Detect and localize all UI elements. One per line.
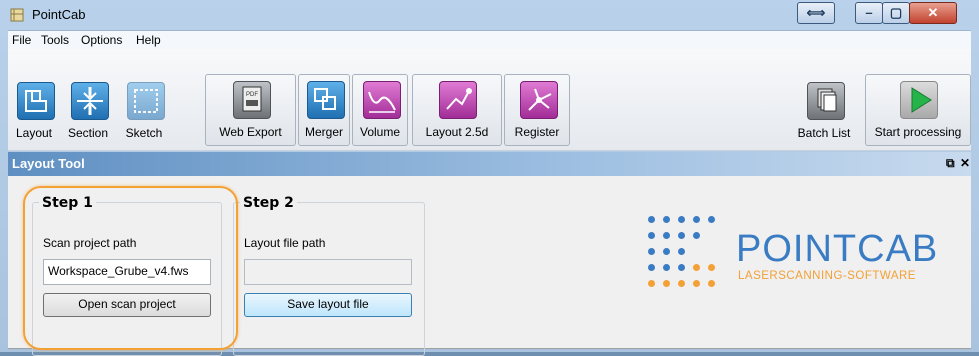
layout-label: Layout	[15, 126, 53, 140]
logo-dot	[648, 264, 655, 271]
batch-list-icon	[807, 82, 845, 120]
layout-path-label: Layout file path	[244, 236, 326, 250]
volume-label: Volume	[359, 125, 401, 139]
step2-title: Step 2	[240, 195, 297, 211]
logo-dot	[663, 216, 670, 223]
close-button[interactable]: ✕	[909, 2, 957, 24]
section-label: Section	[67, 126, 109, 140]
logo-dot	[678, 216, 685, 223]
menu-tools[interactable]: Tools	[41, 33, 69, 47]
sketch-button[interactable]: Sketch	[118, 75, 170, 147]
layout-25d-icon	[439, 81, 477, 119]
layout-25d-button[interactable]: Layout 2.5d	[412, 74, 502, 146]
batch-list-label: Batch List	[797, 126, 851, 140]
close-icon: ✕	[927, 5, 939, 20]
volume-icon	[363, 81, 401, 119]
logo-dot	[678, 280, 685, 287]
logo-dot	[678, 232, 685, 239]
dock-close-icon[interactable]: ✕	[960, 156, 970, 170]
dock-title: Layout Tool	[12, 156, 85, 171]
title-bar: PointCab ⟺ – ▢ ✕	[0, 0, 979, 30]
register-label: Register	[514, 125, 560, 139]
start-processing-label: Start processing	[874, 125, 962, 139]
minimize-button[interactable]: –	[855, 2, 883, 24]
pointcab-logo: POINTCAB LASERSCANNING-SOFTWARE	[648, 216, 978, 306]
logo-dot	[648, 216, 655, 223]
register-icon	[520, 81, 558, 119]
logo-dot	[648, 232, 655, 239]
layout-button[interactable]: Layout	[10, 75, 58, 147]
menu-file[interactable]: File	[12, 33, 31, 47]
merger-label: Merger	[304, 125, 343, 139]
register-button[interactable]: Register	[504, 74, 570, 146]
logo-subtitle: LASERSCANNING-SOFTWARE	[738, 270, 916, 282]
double-arrow-icon: ⟺	[806, 5, 826, 20]
merger-button[interactable]: Merger	[298, 74, 350, 146]
logo-dot	[663, 280, 670, 287]
layout-path-field[interactable]	[244, 259, 412, 285]
logo-word-cab: CAB	[857, 228, 939, 270]
logo-word-point: POINT	[736, 228, 858, 270]
section-icon	[71, 82, 109, 120]
logo-wordmark: POINTCAB	[736, 228, 938, 271]
menu-options[interactable]: Options	[81, 33, 122, 47]
resize-toggle-button[interactable]: ⟺	[797, 2, 835, 24]
logo-dot	[648, 280, 655, 287]
logo-dot	[678, 264, 685, 271]
start-processing-button[interactable]: Start processing	[865, 74, 971, 146]
logo-dot	[693, 280, 700, 287]
logo-dot	[708, 216, 715, 223]
logo-dot	[693, 264, 700, 271]
dock-title-bar: Layout Tool ⧉ ✕	[8, 152, 971, 176]
app-icon	[10, 8, 24, 22]
logo-dot	[693, 216, 700, 223]
section-button[interactable]: Section	[58, 75, 118, 147]
toolbar: Layout Section Sketch PDF Web Export Mer…	[8, 49, 971, 151]
logo-dot	[663, 232, 670, 239]
logo-dot	[648, 248, 655, 255]
maximize-button[interactable]: ▢	[882, 2, 910, 24]
logo-dot	[663, 248, 670, 255]
logo-dot	[708, 264, 715, 271]
app-window: PointCab ⟺ – ▢ ✕ File Tools Options Help…	[0, 0, 979, 356]
layout-icon	[17, 82, 55, 120]
minimize-icon: –	[865, 5, 873, 20]
web-export-label: Web Export	[219, 125, 282, 139]
menu-help[interactable]: Help	[136, 33, 161, 47]
menu-bar: File Tools Options Help	[8, 30, 971, 50]
merger-icon	[307, 81, 345, 119]
save-layout-file-button[interactable]: Save layout file	[244, 293, 412, 317]
svg-text:PDF: PDF	[246, 92, 258, 98]
sketch-label: Sketch	[125, 126, 163, 140]
batch-list-button[interactable]: Batch List	[787, 75, 861, 147]
logo-dot	[693, 232, 700, 239]
step1-highlight-ring	[23, 186, 238, 350]
step2-group: Step 2 Layout file path Save layout file	[233, 195, 425, 356]
play-icon	[900, 81, 938, 119]
sketch-icon	[127, 82, 165, 120]
layout-25d-label: Layout 2.5d	[425, 125, 489, 139]
window-title: PointCab	[32, 7, 86, 22]
web-export-button[interactable]: PDF Web Export	[205, 74, 296, 146]
pdf-export-icon: PDF	[233, 81, 271, 119]
volume-button[interactable]: Volume	[352, 74, 408, 146]
logo-dot	[678, 248, 685, 255]
maximize-icon: ▢	[889, 5, 903, 20]
logo-dot	[663, 264, 670, 271]
float-icon[interactable]: ⧉	[946, 156, 955, 171]
logo-dot	[708, 280, 715, 287]
